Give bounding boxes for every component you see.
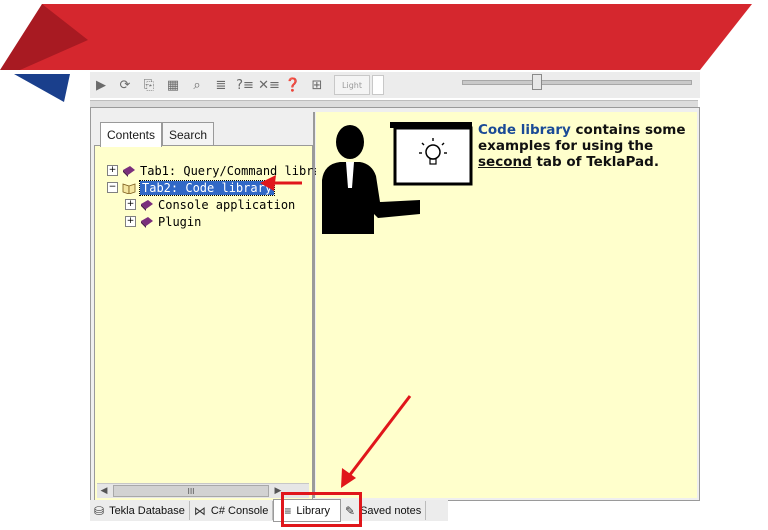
tab-label: Tekla Database — [109, 504, 185, 517]
tab-label: Saved notes — [360, 504, 422, 517]
help-icon[interactable]: ❓ — [282, 74, 304, 96]
bottom-tab-strip: ⛁ Tekla Database ⋈ C# Console ≡ Library … — [90, 499, 448, 522]
banner-blue-triangle — [14, 74, 70, 102]
tab-tekla-database[interactable]: ⛁ Tekla Database — [90, 501, 190, 520]
open-book-icon — [122, 182, 136, 194]
database-icon: ⛁ — [94, 503, 105, 518]
tab-label: C# Console — [210, 504, 269, 517]
tree-item-tab2[interactable]: − Tab2: Code library — [107, 179, 276, 196]
heading-highlight: Code library — [478, 122, 571, 138]
horizontal-scrollbar[interactable]: ◀ III ▶ — [97, 483, 309, 498]
content-heading: Code library contains some examples for … — [478, 122, 693, 170]
toolbar: ▶ ⟳ ⎘ ▦ ⌕ ≣ ?≡ ✕≡ ❓ ⊞ Light — [90, 72, 700, 98]
tab-contents[interactable]: Contents — [100, 122, 162, 147]
table-icon[interactable]: ▦ — [162, 74, 184, 96]
indent-cross-icon[interactable]: ✕≡ — [258, 74, 280, 96]
scroll-left-icon[interactable]: ◀ — [97, 484, 111, 498]
indent-icon[interactable]: ≣ — [210, 74, 232, 96]
contents-panel: Contents Search + Tab1: Query/Command li… — [94, 113, 321, 502]
zoom-slider-track[interactable] — [462, 80, 692, 85]
tab-csharp-console[interactable]: ⋈ C# Console — [190, 501, 274, 520]
tree-item-tab1[interactable]: + Tab1: Query/Command libra — [107, 162, 321, 179]
search-icon[interactable]: ⌕ — [186, 74, 208, 96]
content-viewer: Code library contains some examples for … — [316, 112, 697, 498]
library-icon: ≡ — [284, 503, 292, 518]
tab-search[interactable]: Search — [162, 122, 214, 147]
indent-question-icon[interactable]: ?≡ — [234, 74, 256, 96]
heading-text-end: tab of TeklaPad. — [531, 154, 659, 170]
tab-label: Library — [296, 504, 331, 517]
light-color-box[interactable] — [372, 75, 384, 95]
play-icon[interactable]: ▶ — [90, 74, 112, 96]
tree-item-label: Plugin — [158, 214, 202, 229]
scroll-right-icon[interactable]: ▶ — [271, 484, 285, 498]
scroll-thumb[interactable]: III — [113, 485, 269, 497]
refresh-icon[interactable]: ⟳ — [114, 74, 136, 96]
whiteboard-icon — [390, 122, 473, 186]
saved-notes-icon: ✎ — [345, 503, 356, 518]
expand-icon[interactable]: + — [125, 199, 136, 210]
collapse-icon[interactable]: − — [107, 182, 118, 193]
light-button[interactable]: Light — [334, 75, 370, 95]
book-icon — [141, 216, 153, 228]
expand-icon[interactable]: + — [107, 165, 118, 176]
banner-red-band — [12, 4, 752, 70]
zoom-slider-thumb[interactable] — [532, 74, 542, 90]
visual-studio-icon: ⋈ — [193, 503, 206, 518]
app-window: Contents Search + Tab1: Query/Command li… — [90, 107, 700, 502]
heading-underlined: second — [478, 154, 532, 170]
tab-library[interactable]: ≡ Library — [273, 499, 342, 522]
panel-splitter[interactable] — [313, 112, 315, 498]
tree-item-plugin[interactable]: + Plugin — [125, 213, 201, 230]
book-icon — [141, 199, 153, 211]
contents-tree: + Tab1: Query/Command libra − Tab2: Code… — [94, 145, 321, 502]
clipboard-icon[interactable]: ⎘ — [138, 74, 160, 96]
tree-item-label: Tab2: Code library — [138, 179, 276, 196]
book-icon — [123, 165, 135, 177]
expand-icon[interactable]: + — [125, 216, 136, 227]
tree-item-label: Tab1: Query/Command libra — [140, 163, 321, 178]
tree-item-label: Console application — [158, 197, 296, 212]
presenter-illustration — [322, 122, 473, 234]
tab-saved-notes[interactable]: ✎ Saved notes — [341, 501, 427, 520]
layout-icon[interactable]: ⊞ — [306, 74, 328, 96]
tree-item-console-application[interactable]: + Console application — [125, 196, 295, 213]
